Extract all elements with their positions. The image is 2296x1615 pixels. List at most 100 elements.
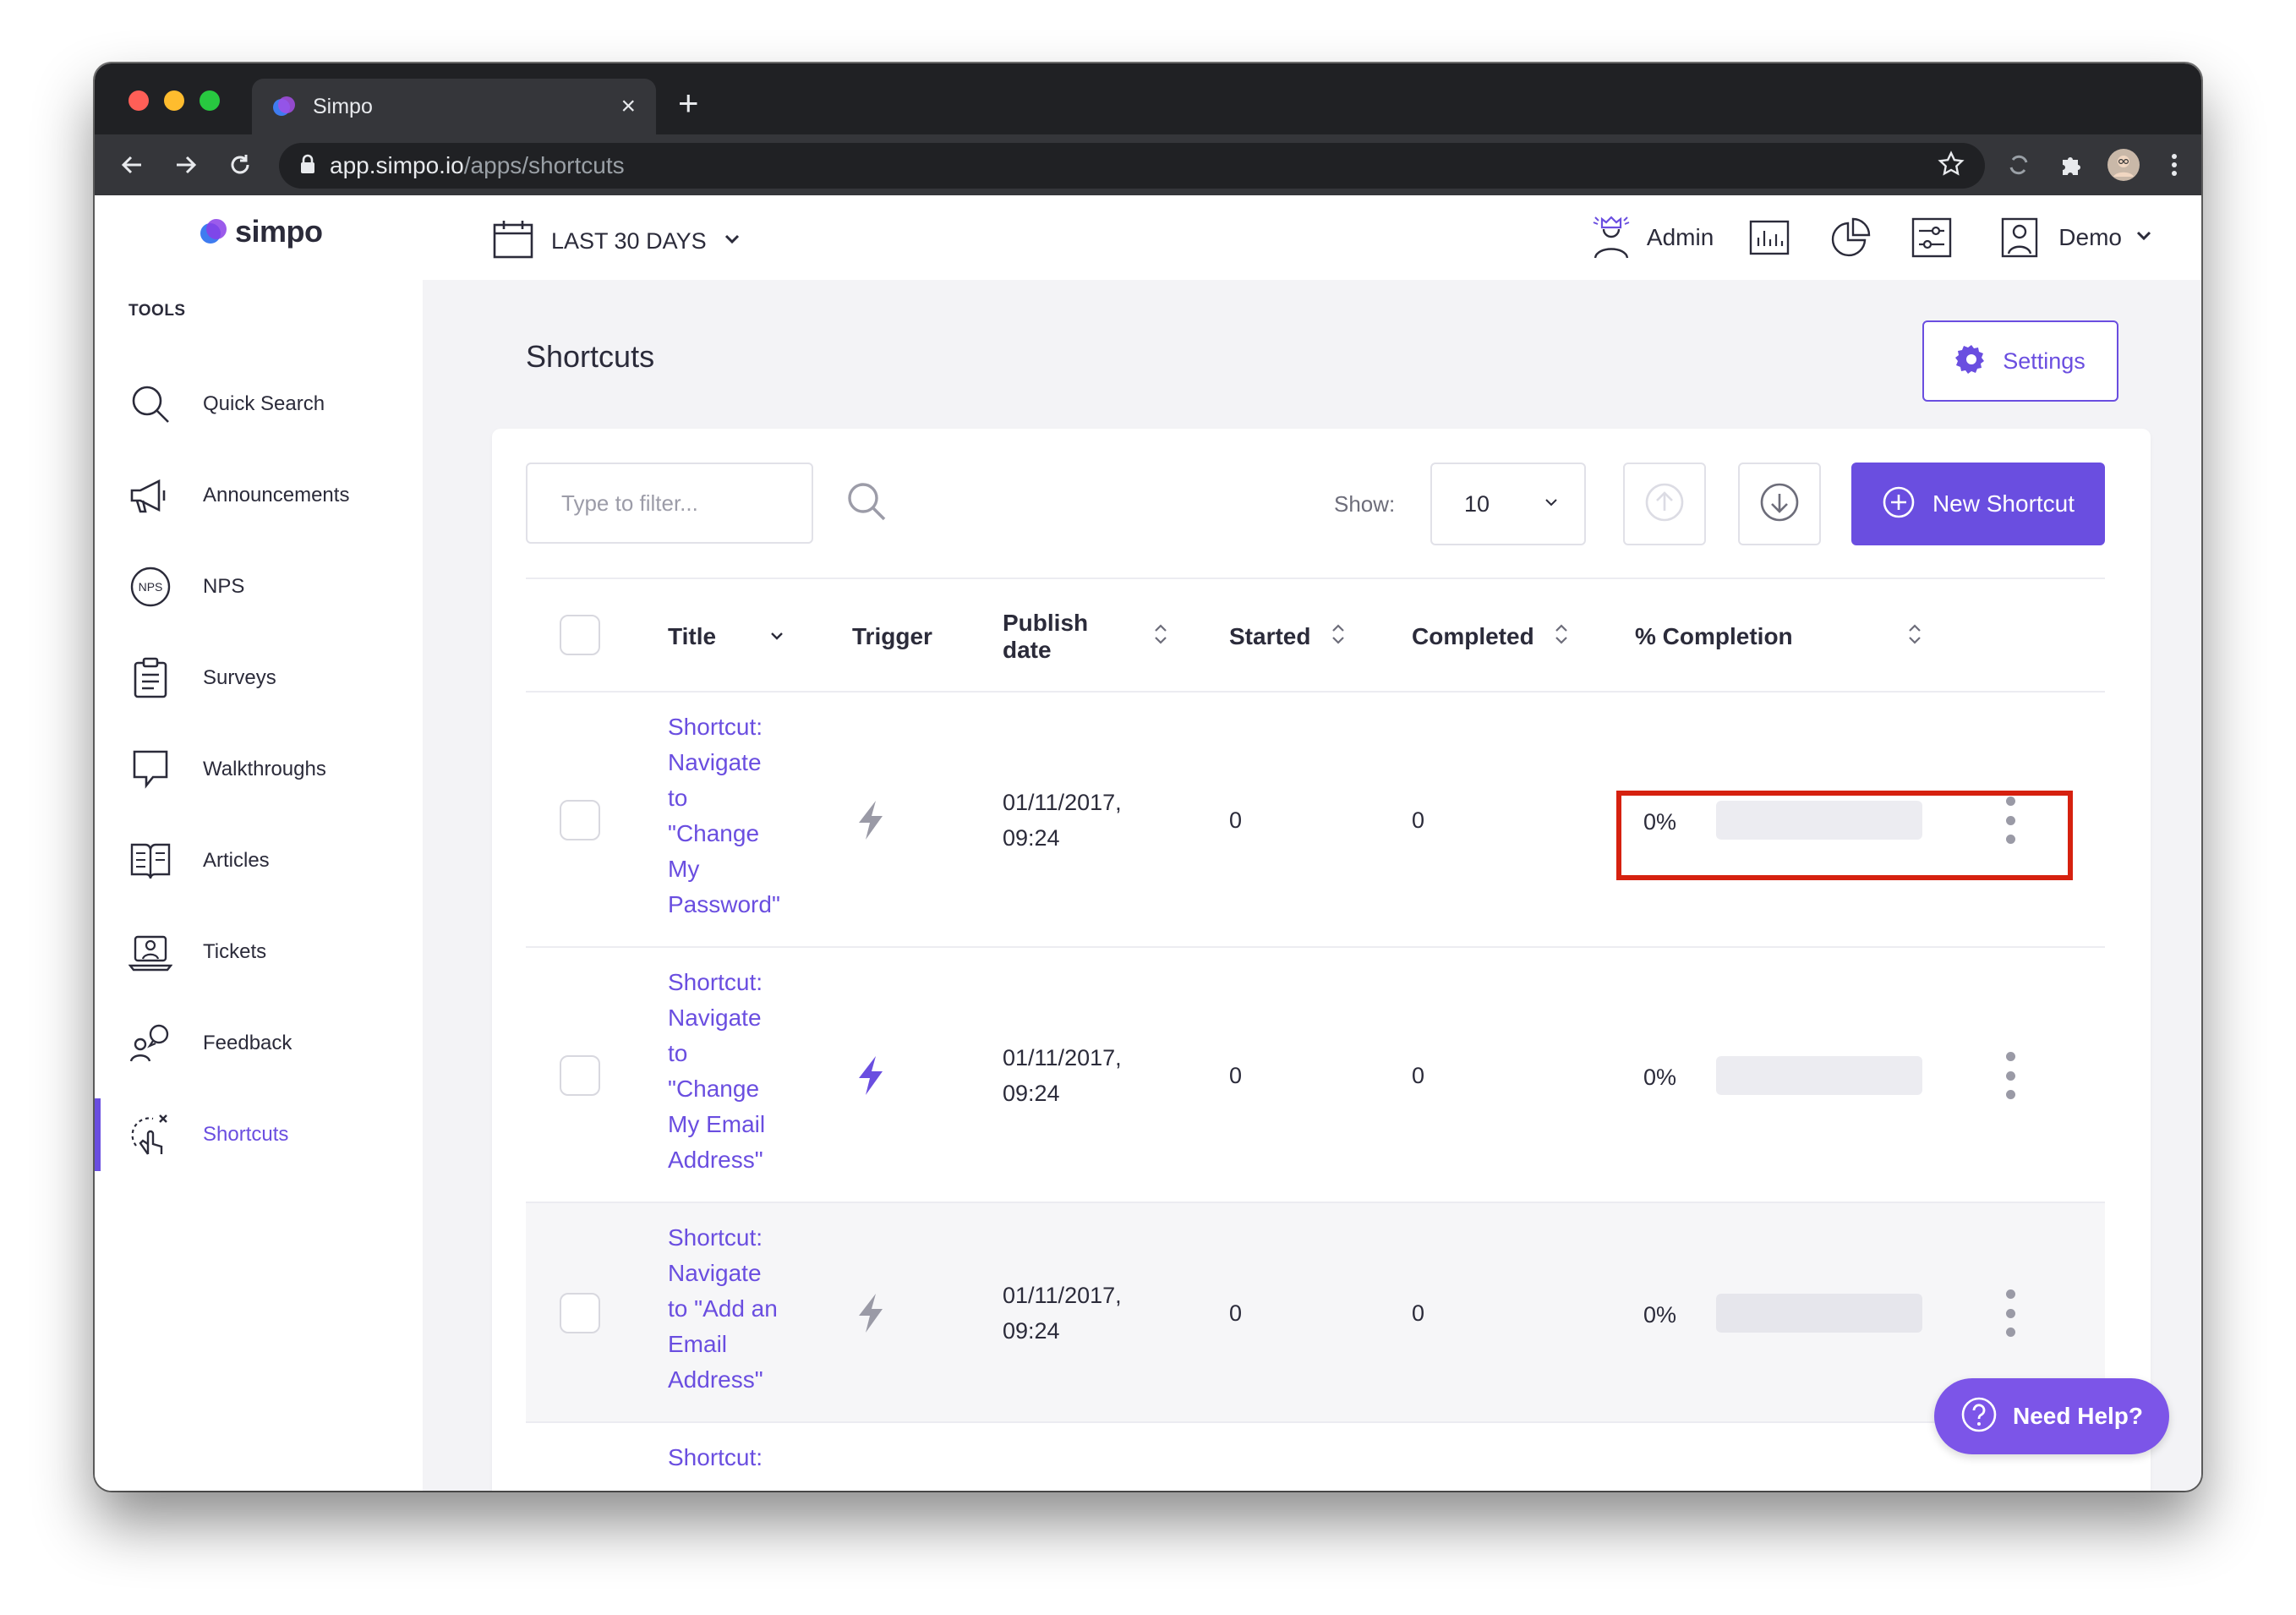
user-label[interactable]: Demo xyxy=(2058,224,2122,251)
publish-date: 01/11/2017, 09:24 xyxy=(1003,1283,1122,1344)
new-tab-button[interactable]: + xyxy=(678,82,699,124)
started-count: 0 xyxy=(1229,808,1243,833)
sync-extension-icon[interactable] xyxy=(2002,148,2036,182)
megaphone-icon xyxy=(127,472,174,519)
table-row[interactable]: Shortcut: xyxy=(526,1423,2105,1491)
maximize-window-button[interactable] xyxy=(200,90,220,111)
completed-count: 0 xyxy=(1412,808,1425,833)
shortcut-title-link[interactable]: Shortcut: Navigate to "Add an Email Address" xyxy=(668,1220,795,1398)
page-size-select[interactable]: 10 xyxy=(1430,463,1586,545)
search-icon[interactable] xyxy=(845,479,888,528)
sidebar-item-surveys[interactable]: Surveys xyxy=(95,642,423,714)
pie-chart-icon[interactable] xyxy=(1823,211,1878,265)
table-row[interactable]: Shortcut: Navigate to "Change My Password" 01… xyxy=(526,693,2105,948)
select-all-checkbox[interactable] xyxy=(560,615,600,655)
forward-arrow-icon[interactable] xyxy=(171,150,201,180)
sort-arrows-icon[interactable] xyxy=(1554,621,1569,651)
table-row[interactable]: Shortcut: Navigate to "Change My Email Addres… xyxy=(526,948,2105,1203)
sliders-settings-icon[interactable] xyxy=(1905,211,1959,265)
browser-menu-icon[interactable] xyxy=(2157,148,2191,182)
filter-input[interactable] xyxy=(561,490,845,517)
shortcut-title-link[interactable]: Shortcut: xyxy=(668,1440,795,1475)
window-controls xyxy=(128,90,220,111)
bookmark-star-icon[interactable] xyxy=(1938,150,1965,182)
new-shortcut-button[interactable]: New Shortcut xyxy=(1851,463,2105,545)
tab-title: Simpo xyxy=(313,94,373,118)
tab-close-icon[interactable]: × xyxy=(620,92,636,121)
date-range-selector[interactable]: LAST 30 DAYS xyxy=(492,219,741,264)
completion-percent: 0% xyxy=(1643,809,1677,835)
sort-arrows-icon[interactable] xyxy=(1153,621,1168,651)
sidebar-item-label: Articles xyxy=(203,849,270,872)
bar-chart-icon[interactable] xyxy=(1742,211,1796,265)
close-window-button[interactable] xyxy=(128,90,149,111)
top-bar: LAST 30 DAYS Admin Demo xyxy=(423,195,2201,280)
shortcut-title-link[interactable]: Shortcut: Navigate to "Change My Email Addres… xyxy=(668,965,795,1178)
sidebar-item-feedback[interactable]: Feedback xyxy=(95,1007,423,1080)
brand-logo[interactable]: simpo xyxy=(200,214,323,249)
need-help-button[interactable]: Need Help? xyxy=(1934,1378,2169,1454)
search-icon xyxy=(127,380,174,428)
column-title[interactable]: Title xyxy=(668,623,716,650)
user-profile-icon[interactable] xyxy=(1993,211,2047,265)
laptop-person-icon xyxy=(127,928,174,976)
sidebar-item-label: Surveys xyxy=(203,666,276,689)
completion-progress-bar xyxy=(1716,1294,1922,1333)
browser-window: Simpo × + app.simpo.io/apps/shortcuts si… xyxy=(95,63,2201,1491)
profile-avatar-icon[interactable] xyxy=(2107,148,2140,182)
admin-label[interactable]: Admin xyxy=(1647,224,1714,251)
download-button[interactable] xyxy=(1738,463,1821,545)
sidebar-item-label: NPS xyxy=(203,575,245,598)
upload-button[interactable] xyxy=(1623,463,1706,545)
row-more-menu-icon[interactable] xyxy=(2000,1052,2020,1099)
sidebar-item-label: Shortcuts xyxy=(203,1123,289,1146)
sidebar-item-articles[interactable]: Articles xyxy=(95,824,423,897)
row-more-menu-icon[interactable] xyxy=(2000,1289,2020,1337)
gear-icon xyxy=(1955,343,1987,380)
url-host: app.simpo.io xyxy=(330,152,464,178)
calendar-icon xyxy=(492,219,534,264)
lightning-icon xyxy=(854,1054,888,1097)
app-viewport: simpo TOOLS Quick Search Announcements N… xyxy=(95,195,2201,1491)
back-arrow-icon[interactable] xyxy=(117,150,147,180)
sidebar-item-quick-search[interactable]: Quick Search xyxy=(95,368,423,441)
sidebar-item-label: Walkthroughs xyxy=(203,758,326,780)
sidebar-item-walkthroughs[interactable]: Walkthroughs xyxy=(95,733,423,806)
shortcut-title-link[interactable]: Shortcut: Navigate to "Change My Password" xyxy=(668,709,795,922)
minimize-window-button[interactable] xyxy=(164,90,184,111)
row-checkbox[interactable] xyxy=(560,800,600,840)
chevron-down-icon[interactable] xyxy=(2135,230,2152,246)
sort-arrows-icon[interactable] xyxy=(1907,621,1922,651)
settings-button[interactable]: Settings xyxy=(1922,320,2118,402)
sidebar-item-shortcuts[interactable]: Shortcuts xyxy=(95,1098,423,1171)
chevron-down-icon xyxy=(724,233,741,249)
chevron-down-icon[interactable] xyxy=(769,630,784,645)
lightning-icon xyxy=(854,799,888,841)
lock-icon xyxy=(299,154,316,178)
new-shortcut-label: New Shortcut xyxy=(1932,490,2075,517)
sidebar-item-nps[interactable]: NPS NPS xyxy=(95,550,423,623)
reload-icon[interactable] xyxy=(225,150,255,180)
sort-arrows-icon[interactable] xyxy=(1331,621,1346,651)
sidebar-item-tickets[interactable]: Tickets xyxy=(95,916,423,988)
completion-progress-bar xyxy=(1716,1056,1922,1095)
row-checkbox[interactable] xyxy=(560,1055,600,1096)
address-bar[interactable]: app.simpo.io/apps/shortcuts xyxy=(279,143,1985,189)
completion-percent: 0% xyxy=(1643,1065,1677,1090)
admin-person-icon[interactable] xyxy=(1584,211,1638,265)
browser-tab[interactable]: Simpo × xyxy=(252,79,656,134)
column-completion[interactable]: % Completion xyxy=(1635,623,1793,650)
shortcuts-table: Title Trigger Publish date Started Comple… xyxy=(526,578,2105,1491)
table-row[interactable]: Shortcut: Navigate to "Add an Email Address"… xyxy=(526,1203,2105,1423)
column-publish-date[interactable]: Publish date xyxy=(1003,610,1088,664)
sidebar-item-announcements[interactable]: Announcements xyxy=(95,459,423,532)
puzzle-extensions-icon[interactable] xyxy=(2054,148,2088,182)
column-started[interactable]: Started xyxy=(1229,623,1310,650)
row-more-menu-icon[interactable] xyxy=(2000,797,2020,844)
filter-box[interactable] xyxy=(526,463,886,544)
tap-gesture-icon xyxy=(127,1111,174,1158)
completed-count: 0 xyxy=(1412,1300,1425,1326)
row-checkbox[interactable] xyxy=(560,1293,600,1333)
sidebar-item-label: Feedback xyxy=(203,1032,292,1054)
column-completed[interactable]: Completed xyxy=(1412,623,1534,650)
